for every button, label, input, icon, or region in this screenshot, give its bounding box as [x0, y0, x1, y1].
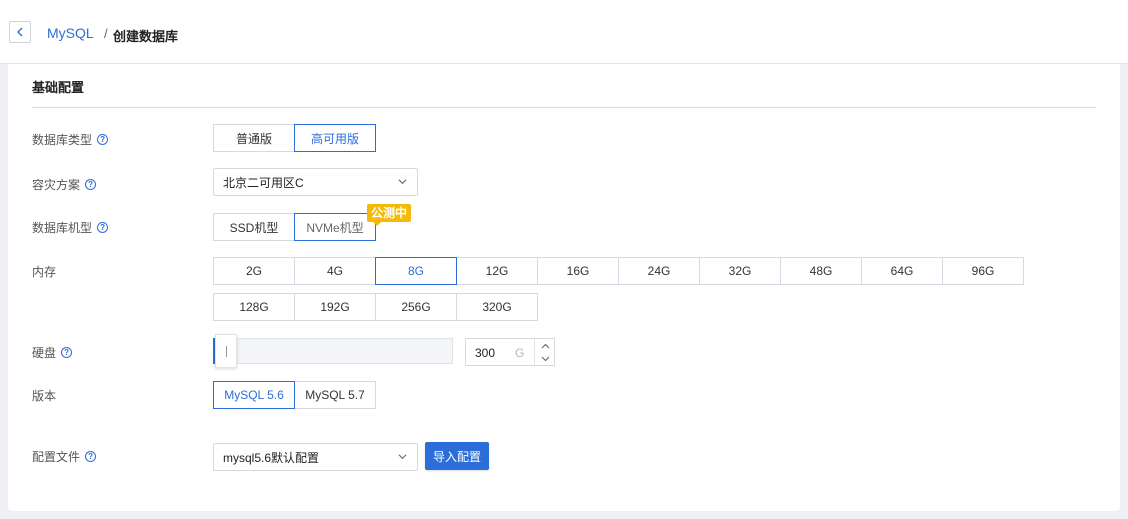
beta-badge: 公测中 [367, 204, 412, 226]
memory-option-256g[interactable]: 256G [375, 293, 457, 321]
disk-label-row: 硬盘 ? [32, 344, 73, 361]
disk-size-input[interactable]: 300 G [465, 338, 555, 366]
disk-slider-handle[interactable] [215, 334, 237, 368]
memory-option-128g[interactable]: 128G [213, 293, 295, 321]
help-icon[interactable]: ? [97, 222, 109, 233]
disaster-label-row: 容灾方案 ? [32, 176, 97, 193]
section-divider [32, 107, 1096, 108]
memory-option-4g[interactable]: 4G [294, 257, 376, 285]
chevron-down-icon [398, 179, 407, 185]
version-label-row: 版本 [32, 387, 56, 404]
memory-option-32g[interactable]: 32G [699, 257, 781, 285]
disk-slider-track[interactable] [213, 338, 453, 364]
disk-label: 硬盘 [32, 346, 57, 360]
config-card: 基础配置 数据库类型 ? 普通版 高可用版 容灾方案 ? 北京二可用区C 数据库… [8, 64, 1120, 511]
machine-type-option-ssd[interactable]: SSD机型 [213, 213, 295, 241]
db-type-label-row: 数据库类型 ? [32, 131, 109, 148]
config-file-label-row: 配置文件 ? [32, 448, 97, 465]
machine-type-label-row: 数据库机型 ? [32, 219, 109, 236]
help-icon[interactable]: ? [85, 451, 97, 462]
memory-option-12g[interactable]: 12G [456, 257, 538, 285]
memory-option-24g[interactable]: 24G [618, 257, 700, 285]
memory-label: 内存 [32, 265, 57, 279]
chevron-up-icon [541, 343, 550, 348]
version-option-56[interactable]: MySQL 5.6 [213, 381, 295, 409]
chevron-down-icon [398, 454, 407, 460]
chevron-down-icon [541, 356, 550, 361]
page-title: 创建数据库 [113, 29, 179, 44]
memory-option-2g[interactable]: 2G [213, 257, 295, 285]
breadcrumb-mysql-link[interactable]: MySQL [47, 25, 94, 41]
chevron-left-icon [17, 27, 23, 37]
machine-type-option-nvme[interactable]: NVMe机型 [294, 213, 376, 241]
disk-size-stepper [534, 339, 555, 365]
machine-type-label: 数据库机型 [32, 221, 93, 235]
memory-option-16g[interactable]: 16G [537, 257, 619, 285]
db-type-label: 数据库类型 [32, 133, 93, 147]
increment-button[interactable] [535, 339, 556, 352]
decrement-button[interactable] [535, 352, 556, 365]
disk-size-unit: G [515, 346, 525, 360]
section-title: 基础配置 [32, 80, 85, 95]
config-file-select[interactable]: mysql5.6默认配置 [213, 443, 418, 471]
version-option-57[interactable]: MySQL 5.7 [294, 381, 376, 409]
memory-option-64g[interactable]: 64G [861, 257, 943, 285]
memory-option-8g[interactable]: 8G [375, 257, 457, 285]
top-bar: MySQL / 创建数据库 [0, 0, 1128, 64]
db-type-option-ha[interactable]: 高可用版 [294, 124, 376, 152]
breadcrumb-separator: / [104, 26, 108, 41]
version-label: 版本 [32, 389, 57, 403]
memory-label-row: 内存 [32, 263, 56, 280]
disk-size-value[interactable]: 300 [475, 346, 495, 360]
help-icon[interactable]: ? [97, 134, 109, 145]
memory-option-320g[interactable]: 320G [456, 293, 538, 321]
help-icon[interactable]: ? [61, 347, 73, 358]
config-file-select-value: mysql5.6默认配置 [223, 450, 320, 465]
disaster-select[interactable]: 北京二可用区C [213, 168, 418, 196]
import-config-button[interactable]: 导入配置 [425, 442, 489, 470]
back-button[interactable] [9, 21, 31, 43]
help-icon[interactable]: ? [85, 179, 97, 190]
memory-option-96g[interactable]: 96G [942, 257, 1024, 285]
disaster-select-value: 北京二可用区C [223, 175, 304, 190]
db-type-option-standard[interactable]: 普通版 [213, 124, 295, 152]
config-file-label: 配置文件 [32, 450, 81, 464]
disaster-label: 容灾方案 [32, 178, 81, 192]
memory-option-48g[interactable]: 48G [780, 257, 862, 285]
memory-option-192g[interactable]: 192G [294, 293, 376, 321]
